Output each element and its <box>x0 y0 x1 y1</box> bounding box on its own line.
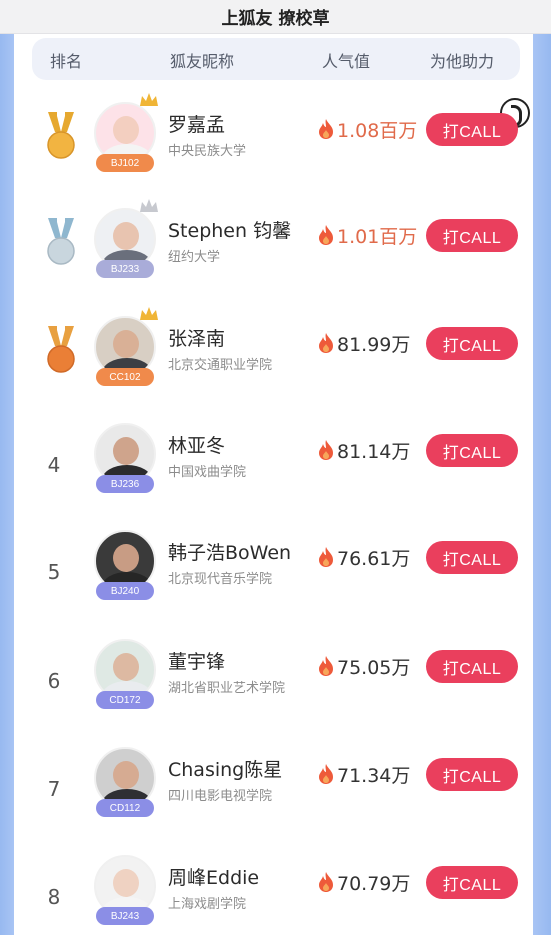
popularity-value: 71.34万 <box>337 765 411 787</box>
user-nickname[interactable]: 林亚冬 <box>168 431 225 458</box>
popularity-value: 81.99万 <box>337 334 411 356</box>
user-id-badge: CD172 <box>96 691 154 709</box>
call-button[interactable]: 打CALL <box>426 327 518 360</box>
crown-icon <box>140 199 158 212</box>
page-title: 上狐友 撩校草 <box>0 0 551 34</box>
header-help: 为他助力 <box>430 52 495 71</box>
user-id-badge: BJ240 <box>96 582 154 600</box>
fire-icon <box>319 440 333 460</box>
popularity-value: 81.14万 <box>337 441 411 463</box>
bronze-medal-icon <box>47 326 75 373</box>
ranking-row: CC102 张泽南 北京交通职业学院 81.99万 打CALL <box>30 307 530 404</box>
avatar[interactable]: CD172 <box>94 639 156 709</box>
user-school: 上海戏剧学院 <box>168 897 247 912</box>
user-nickname[interactable]: 周峰Eddie <box>168 863 259 890</box>
user-nickname[interactable]: Stephen 钧馨 <box>168 216 291 243</box>
user-id-badge: BJ236 <box>96 475 154 493</box>
avatar[interactable]: BJ236 <box>94 423 156 493</box>
header-rank: 排名 <box>50 52 83 71</box>
popularity-value: 75.05万 <box>337 657 411 679</box>
ranking-row: 7 CD112 Chasing陈星 四川电影电视学院 71.34万 打CALL <box>30 745 530 835</box>
header-popularity: 人气值 <box>322 52 371 71</box>
user-school: 湖北省职业艺术学院 <box>168 681 286 696</box>
ranking-row: 5 BJ240 韩子浩BoWen 北京现代音乐学院 76.61万 打CALL <box>30 528 530 618</box>
user-nickname[interactable]: 董宇锋 <box>168 647 225 674</box>
fire-icon <box>319 119 333 139</box>
rank-number: 8 <box>47 885 61 909</box>
user-school: 纽约大学 <box>168 250 221 265</box>
avatar[interactable]: CD112 <box>94 747 156 817</box>
call-button[interactable]: 打CALL <box>426 866 518 899</box>
popularity-value: 1.08百万 <box>337 120 418 142</box>
gold-medal-icon <box>47 112 75 159</box>
ranking-row: 6 CD172 董宇锋 湖北省职业艺术学院 75.05万 打CALL <box>30 637 530 727</box>
fire-icon <box>319 547 333 567</box>
call-button[interactable]: 打CALL <box>426 650 518 683</box>
user-school: 北京交通职业学院 <box>168 358 273 373</box>
user-nickname[interactable]: 张泽南 <box>168 324 225 351</box>
call-button[interactable]: 打CALL <box>426 113 518 146</box>
user-id-badge: BJ233 <box>96 260 154 278</box>
avatar[interactable]: CC102 <box>94 307 158 386</box>
user-school: 中央民族大学 <box>168 144 247 159</box>
avatar[interactable]: BJ233 <box>94 199 158 278</box>
avatar[interactable]: BJ240 <box>94 530 156 600</box>
call-button[interactable]: 打CALL <box>426 541 518 574</box>
user-school: 四川电影电视学院 <box>168 789 273 804</box>
crown-icon <box>140 93 158 106</box>
avatar[interactable]: BJ243 <box>94 855 156 925</box>
fire-icon <box>319 764 333 784</box>
fire-icon <box>319 333 333 353</box>
user-id-badge: CC102 <box>96 368 154 386</box>
avatar[interactable]: BJ102 <box>94 93 158 172</box>
ranking-row: BJ233 Stephen 钧馨 纽约大学 1.01百万 打CALL <box>30 199 530 296</box>
fire-icon <box>319 225 333 245</box>
table-header: 排名 狐友昵称 人气值 为他助力 <box>32 38 520 80</box>
popularity-value: 70.79万 <box>337 873 411 895</box>
rank-number: 5 <box>47 560 61 584</box>
user-nickname[interactable]: 罗嘉孟 <box>168 110 225 137</box>
call-button[interactable]: 打CALL <box>426 758 518 791</box>
user-id-badge: BJ102 <box>96 154 154 172</box>
user-school: 中国戏曲学院 <box>168 465 247 480</box>
user-school: 北京现代音乐学院 <box>168 572 273 587</box>
fire-icon <box>319 656 333 676</box>
ranking-row: BJ102 罗嘉孟 中央民族大学 1.08百万 打CALL <box>30 93 530 190</box>
ranking-row: 4 BJ236 林亚冬 中国戏曲学院 81.14万 打CALL <box>30 421 530 511</box>
popularity-value: 1.01百万 <box>337 226 418 248</box>
rank-number: 7 <box>47 777 61 801</box>
user-nickname[interactable]: 韩子浩BoWen <box>168 538 291 565</box>
call-button[interactable]: 打CALL <box>426 219 518 252</box>
fire-icon <box>319 872 333 892</box>
ranking-row: 8 BJ243 周峰Eddie 上海戏剧学院 70.79万 打CALL <box>30 853 530 935</box>
rank-number: 6 <box>47 669 61 693</box>
rank-number: 4 <box>47 453 61 477</box>
user-id-badge: BJ243 <box>96 907 154 925</box>
popularity-value: 76.61万 <box>337 548 411 570</box>
user-id-badge: CD112 <box>96 799 154 817</box>
crown-icon <box>140 307 158 320</box>
call-button[interactable]: 打CALL <box>426 434 518 467</box>
silver-medal-icon <box>47 218 75 265</box>
header-nickname: 狐友昵称 <box>170 52 235 71</box>
user-nickname[interactable]: Chasing陈星 <box>168 755 282 782</box>
